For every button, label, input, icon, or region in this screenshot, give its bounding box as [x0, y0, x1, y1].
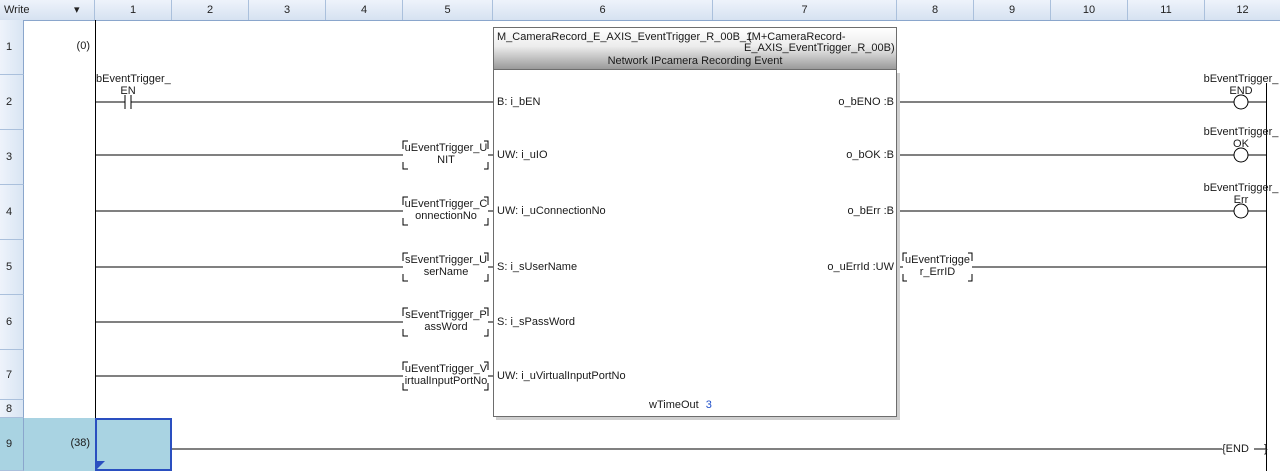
- operand-line: irtualInputPortNo: [404, 375, 488, 387]
- contact-en-label[interactable]: bEventTrigger_ EN: [96, 73, 171, 97]
- end-instruction[interactable]: {END }: [1222, 443, 1268, 455]
- coil-end: [1233, 94, 1249, 110]
- fb-parameter-value: 3: [705, 399, 712, 411]
- operand-line: sEventTrigger_P: [405, 309, 487, 321]
- step-number: (0): [76, 40, 90, 52]
- step-number: (38): [70, 437, 90, 449]
- fb-input-pin: UW: i_uVirtualInputPortNo: [497, 370, 626, 382]
- operand-line: bEventTrigger_: [1203, 73, 1279, 85]
- coil-err: [1233, 203, 1249, 219]
- input-operand-connection[interactable]: uEventTrigger_C onnectionNo: [404, 198, 488, 222]
- operand-line: OK: [1233, 138, 1249, 150]
- fb-input-pin: UW: i_uIO: [497, 149, 548, 161]
- coil-ok-label[interactable]: bEventTrigger_ OK: [1203, 126, 1279, 150]
- coil-end-label[interactable]: bEventTrigger_ END: [1203, 73, 1279, 97]
- fb-instance-name: M_CameraRecord_E_AXIS_EventTrigger_R_00B…: [497, 31, 753, 43]
- operand-line: uEventTrigge: [904, 254, 971, 266]
- operand-line: bEventTrigger_: [1203, 182, 1279, 194]
- input-operand-username[interactable]: sEventTrigger_U serName: [404, 254, 488, 278]
- operand-line: END: [1229, 85, 1253, 97]
- operand-line: r_ErrID: [919, 266, 956, 278]
- operand-line: NIT: [437, 154, 455, 166]
- fb-parameter[interactable]: wTimeOut 3: [649, 399, 712, 411]
- function-block-header[interactable]: M_CameraRecord_E_AXIS_EventTrigger_R_00B…: [493, 27, 897, 70]
- operand-line: uEventTrigger_U: [404, 142, 488, 154]
- input-operand-unit[interactable]: uEventTrigger_U NIT: [404, 142, 488, 166]
- fb-output-pin: o_bErr :B: [847, 205, 894, 217]
- operand-line: uEventTrigger_V: [404, 363, 488, 375]
- fb-parameter-label: wTimeOut: [649, 399, 699, 411]
- input-operand-password[interactable]: sEventTrigger_P assWord: [404, 309, 488, 333]
- ladder-cursor[interactable]: [95, 418, 172, 471]
- end-instruction-close: }: [1263, 443, 1268, 455]
- fb-input-pin: B: i_bEN: [497, 96, 541, 108]
- fb-output-pin: o_uErrId :UW: [827, 261, 894, 273]
- operand-line: bEventTrigger_: [1203, 126, 1279, 138]
- operand-line: bEventTrigger_: [96, 73, 171, 85]
- function-block-body[interactable]: B: i_bEN UW: i_uIO UW: i_uConnectionNo S…: [493, 70, 897, 417]
- fb-input-pin: S: i_sPassWord: [497, 316, 576, 328]
- fb-output-pin: o_bENO :B: [838, 96, 894, 108]
- operand-line: EN: [120, 85, 136, 97]
- operand-line: assWord: [424, 321, 468, 333]
- coil-ok: [1233, 147, 1249, 163]
- operand-line: Err: [1233, 194, 1249, 206]
- end-instruction-label: {END: [1222, 443, 1249, 455]
- fb-input-pin: S: i_sUserName: [497, 261, 578, 273]
- operand-line: onnectionNo: [415, 210, 477, 222]
- operand-line: uEventTrigger_C: [404, 198, 488, 210]
- fb-type-line: E_AXIS_EventTrigger_R_00B): [744, 42, 895, 54]
- coil-err-label[interactable]: bEventTrigger_ Err: [1203, 182, 1279, 206]
- fb-output-pin: o_bOK :B: [846, 149, 894, 161]
- operand-line: serName: [423, 266, 469, 278]
- fb-input-pin: UW: i_uConnectionNo: [497, 205, 606, 217]
- operand-line: sEventTrigger_U: [404, 254, 488, 266]
- fb-subtitle: Network IPcamera Recording Event: [607, 55, 783, 67]
- cursor-corner-icon: [97, 461, 105, 469]
- output-operand-errid[interactable]: uEventTrigge r_ErrID: [903, 254, 972, 278]
- input-operand-virtual-port[interactable]: uEventTrigger_V irtualInputPortNo: [404, 363, 488, 387]
